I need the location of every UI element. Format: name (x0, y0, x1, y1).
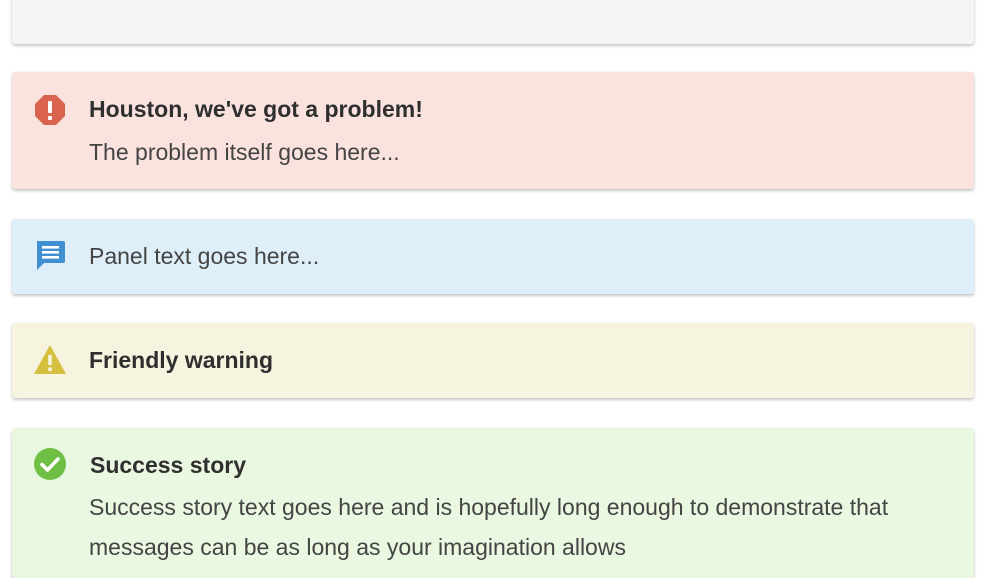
neutral-panel (12, 0, 974, 44)
info-panel: Panel text goes here... (12, 219, 974, 294)
info-text: Panel text goes here... (89, 243, 320, 269)
error-title: Houston, we've got a problem! (89, 96, 423, 122)
error-text: The problem itself goes here... (89, 139, 400, 165)
error-panel: Houston, we've got a problem! The proble… (12, 72, 974, 189)
chat-message-icon (33, 238, 67, 272)
exclamation-octagon-icon (33, 93, 67, 127)
check-circle-icon (33, 447, 67, 481)
warning-title: Friendly warning (89, 347, 274, 373)
warning-triangle-icon (33, 343, 67, 377)
warning-panel: Friendly warning (12, 323, 974, 398)
success-text: Success story text goes here and is hope… (89, 494, 889, 560)
success-title: Success story (90, 452, 246, 478)
